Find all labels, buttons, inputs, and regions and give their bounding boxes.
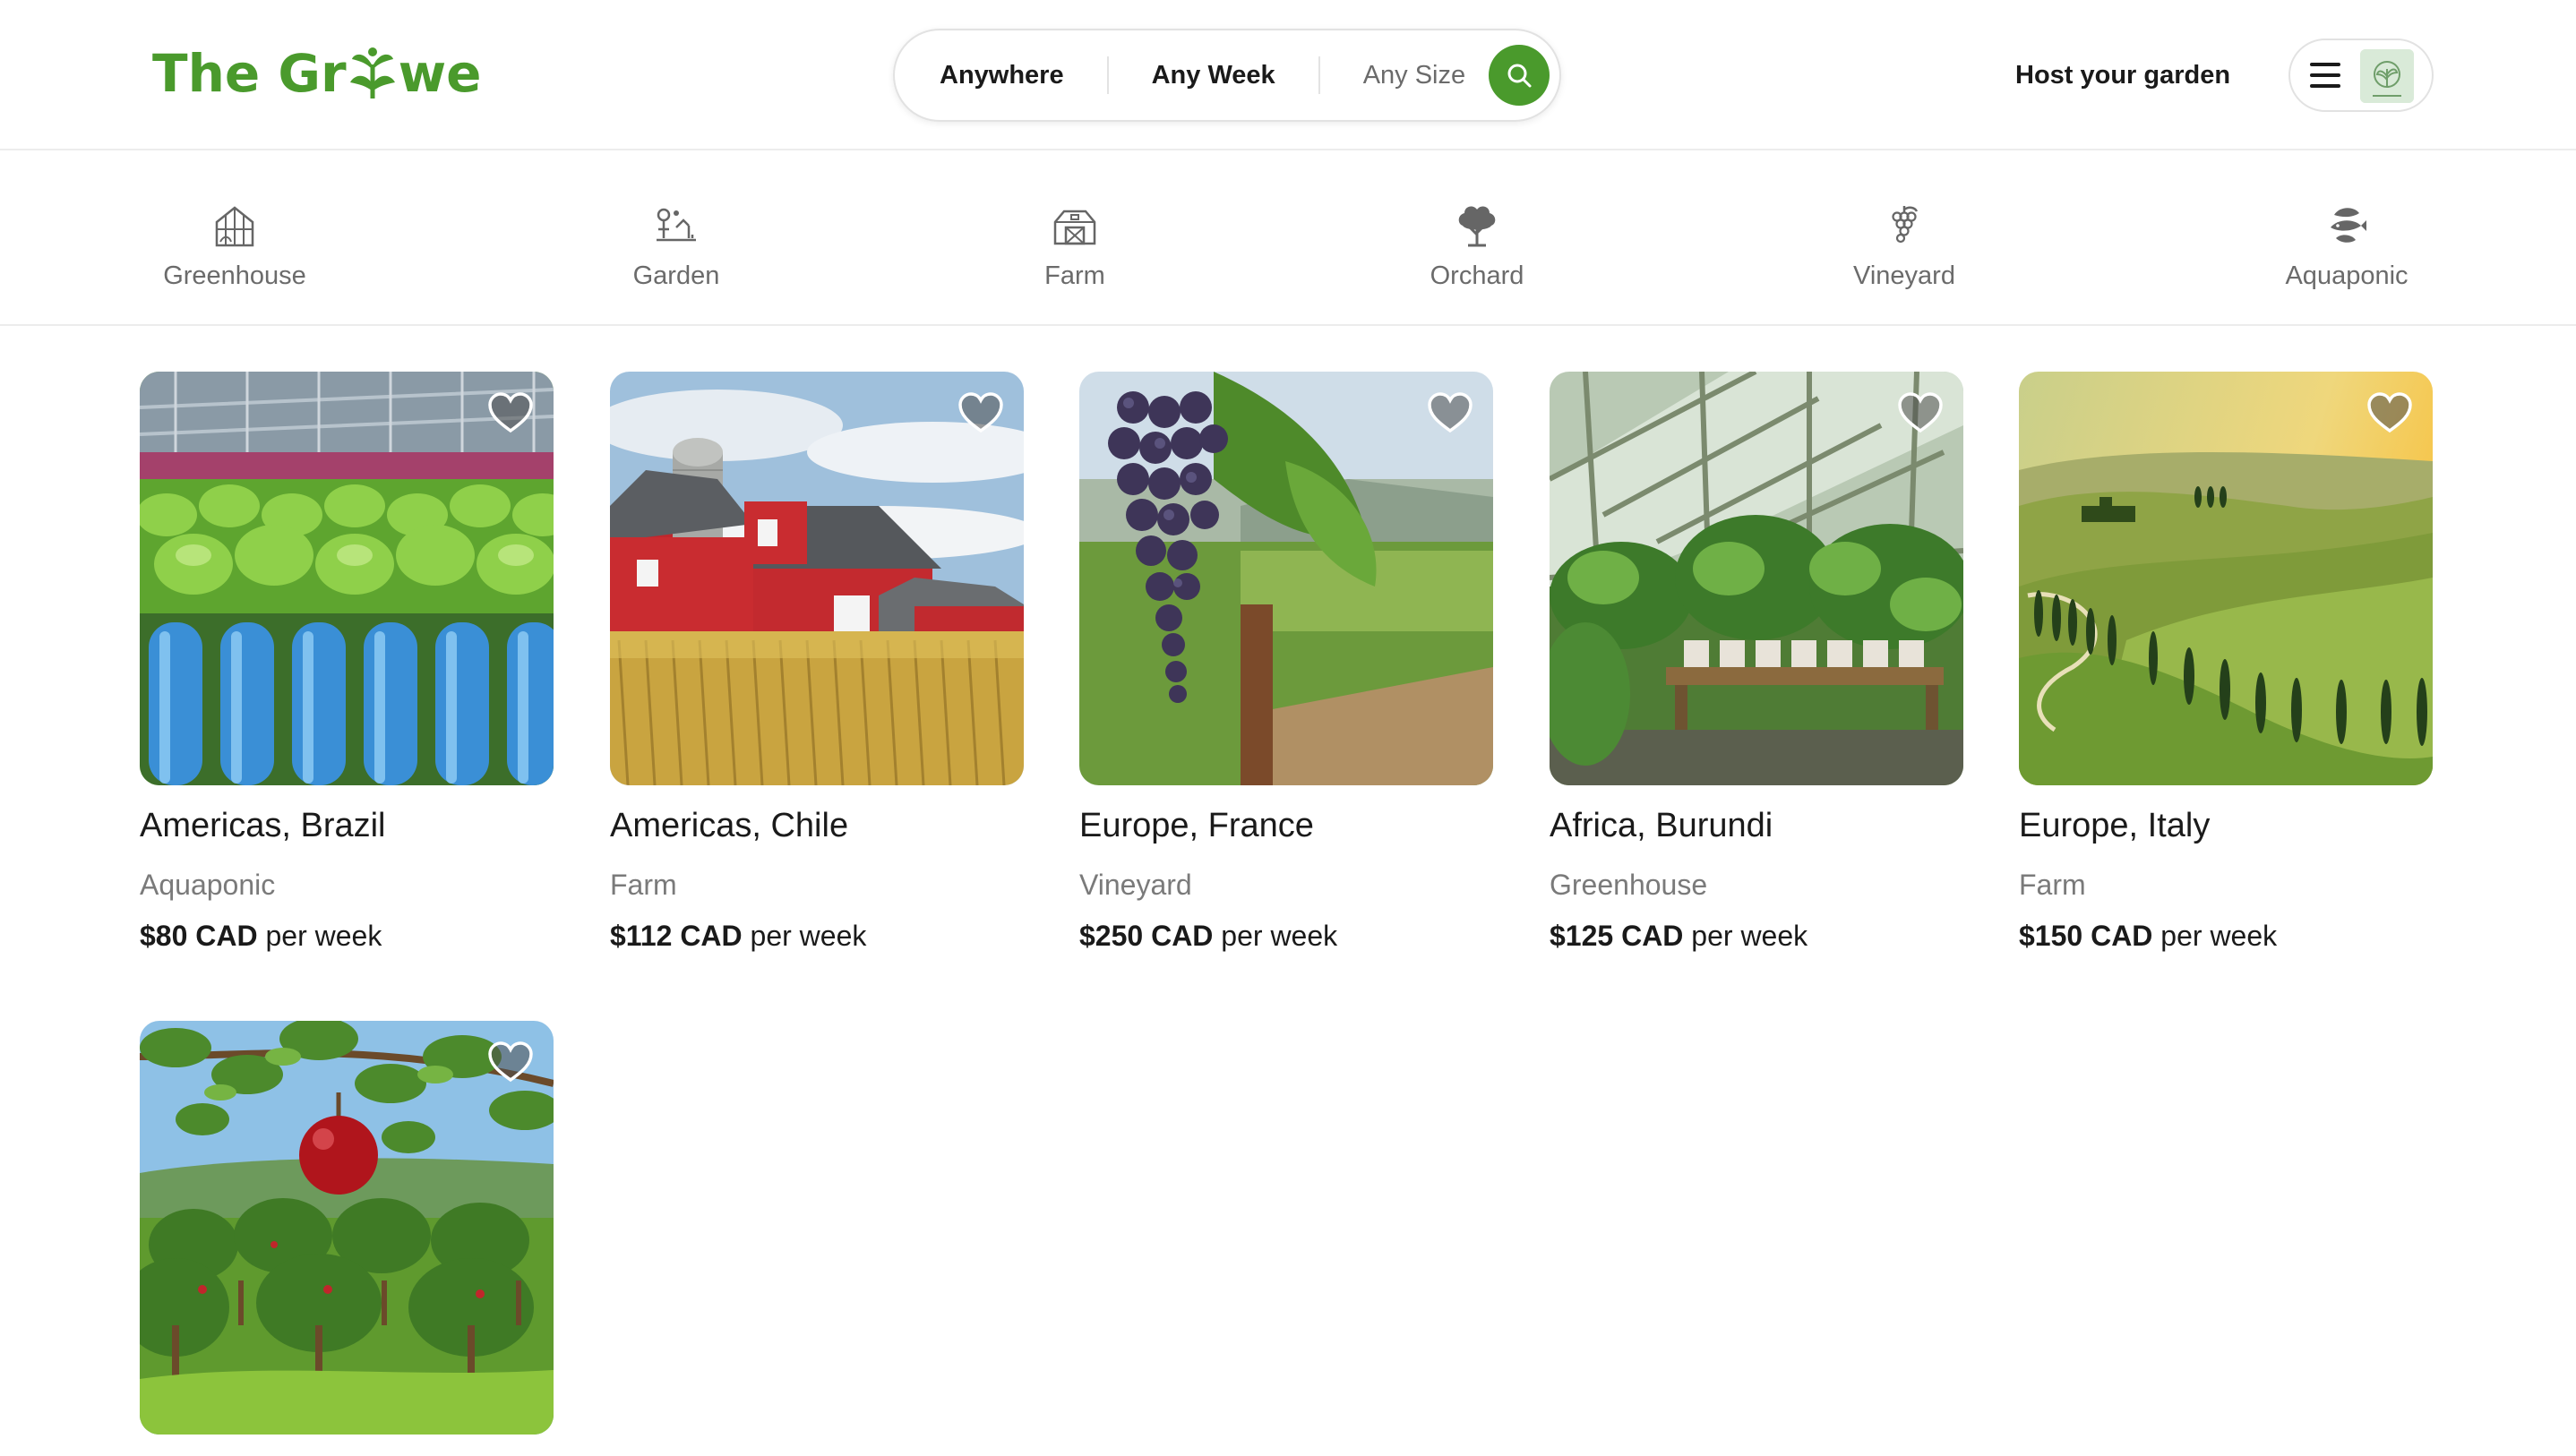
host-your-garden-link[interactable]: Host your garden — [2005, 54, 2241, 97]
listing-card[interactable]: Europe, France Vineyard $250 CAD per wee… — [1079, 372, 1493, 953]
category-label: Garden — [632, 261, 720, 290]
category-label: Farm — [1044, 261, 1105, 290]
listing-type: Vineyard — [1079, 869, 1192, 901]
listing-price: $80 CAD per week — [140, 920, 554, 953]
heart-icon[interactable] — [1427, 391, 1473, 434]
sprout-logo-icon — [349, 47, 395, 98]
listing-price-amount: $80 CAD — [140, 920, 258, 952]
listing-price-period: per week — [1691, 920, 1808, 952]
listing-card[interactable]: Europe, Italy Farm $150 CAD per week — [2019, 372, 2433, 953]
listing-price-amount: $125 CAD — [1550, 920, 1684, 952]
listing-card[interactable]: Africa, Burundi Greenhouse $125 CAD per … — [1550, 372, 1963, 953]
listing-card[interactable] — [140, 1021, 554, 1435]
greenhouse-icon — [215, 206, 254, 247]
search-location-button[interactable]: Anywhere — [895, 30, 1107, 120]
listing-card[interactable]: Americas, Chile Farm $112 CAD per week — [610, 372, 1024, 953]
search-week-button[interactable]: Any Week — [1109, 30, 1318, 120]
listing-type: Farm — [2019, 869, 2086, 901]
listing-photo[interactable] — [1079, 372, 1493, 785]
category-vineyard[interactable]: Vineyard — [1824, 152, 1985, 326]
user-menu-button[interactable] — [2288, 39, 2434, 112]
heart-icon[interactable] — [487, 391, 534, 434]
search-bar[interactable]: Anywhere Any Week Any Size — [893, 29, 1561, 122]
listing-price-amount: $150 CAD — [2019, 920, 2153, 952]
listing-type: Farm — [610, 869, 677, 901]
top-header: The Gr we Anywhere Any Week Any Size Hos… — [0, 0, 2576, 150]
listing-price: $150 CAD per week — [2019, 920, 2433, 953]
hamburger-icon — [2310, 63, 2340, 88]
search-size-button[interactable]: Any Size — [1320, 30, 1489, 120]
listing-photo[interactable] — [140, 372, 554, 785]
category-aquaponic[interactable]: Aquaponic — [2266, 152, 2427, 326]
grapes-icon — [1892, 206, 1919, 244]
listing-price-period: per week — [750, 920, 867, 952]
listing-price: $125 CAD per week — [1550, 920, 1963, 953]
listing-location: Americas, Chile — [610, 807, 849, 844]
category-farm[interactable]: Farm — [994, 152, 1155, 326]
listing-price-period: per week — [265, 920, 382, 952]
listing-price: $112 CAD per week — [610, 920, 1024, 953]
garden-icon — [657, 208, 696, 242]
avatar — [2360, 49, 2414, 103]
fish-plant-icon — [2331, 208, 2366, 243]
category-label: Greenhouse — [163, 261, 306, 290]
listing-type: Greenhouse — [1550, 869, 1708, 901]
heart-icon[interactable] — [487, 1041, 534, 1083]
listing-location: Africa, Burundi — [1550, 807, 1773, 844]
brand-logo[interactable]: The Gr we — [152, 41, 482, 106]
listing-location: Americas, Brazil — [140, 807, 386, 844]
heart-icon[interactable] — [1897, 391, 1944, 434]
category-bar: Greenhouse Garden Farm Orchard Vineyard … — [0, 152, 2576, 326]
listing-price: $250 CAD per week — [1079, 920, 1493, 953]
logo-text-start: The Gr — [152, 43, 347, 104]
category-greenhouse[interactable]: Greenhouse — [154, 152, 315, 326]
listing-price-period: per week — [1221, 920, 1338, 952]
category-label: Aquaponic — [2285, 261, 2409, 290]
tree-icon — [1458, 206, 1496, 247]
category-orchard[interactable]: Orchard — [1396, 152, 1558, 326]
category-label: Vineyard — [1853, 261, 1955, 290]
heart-icon[interactable] — [2366, 391, 2413, 434]
category-garden[interactable]: Garden — [596, 152, 757, 326]
heart-icon[interactable] — [957, 391, 1004, 434]
logo-text-end: we — [398, 43, 482, 104]
category-label: Orchard — [1430, 261, 1524, 290]
search-icon — [1507, 64, 1532, 88]
listing-type: Aquaponic — [140, 869, 276, 901]
search-submit-button[interactable] — [1489, 45, 1550, 106]
listing-card[interactable]: Americas, Brazil Aquaponic $80 CAD per w… — [140, 372, 554, 953]
listing-price-amount: $112 CAD — [610, 920, 743, 952]
listing-photo[interactable] — [1550, 372, 1963, 785]
listing-photo[interactable] — [610, 372, 1024, 785]
listing-location: Europe, France — [1079, 807, 1314, 844]
listing-photo[interactable] — [2019, 372, 2433, 785]
listing-price-amount: $250 CAD — [1079, 920, 1214, 952]
listing-photo[interactable] — [140, 1021, 554, 1435]
listing-location: Europe, Italy — [2019, 807, 2211, 844]
listing-price-period: per week — [2160, 920, 2278, 952]
barn-icon — [1053, 210, 1096, 245]
